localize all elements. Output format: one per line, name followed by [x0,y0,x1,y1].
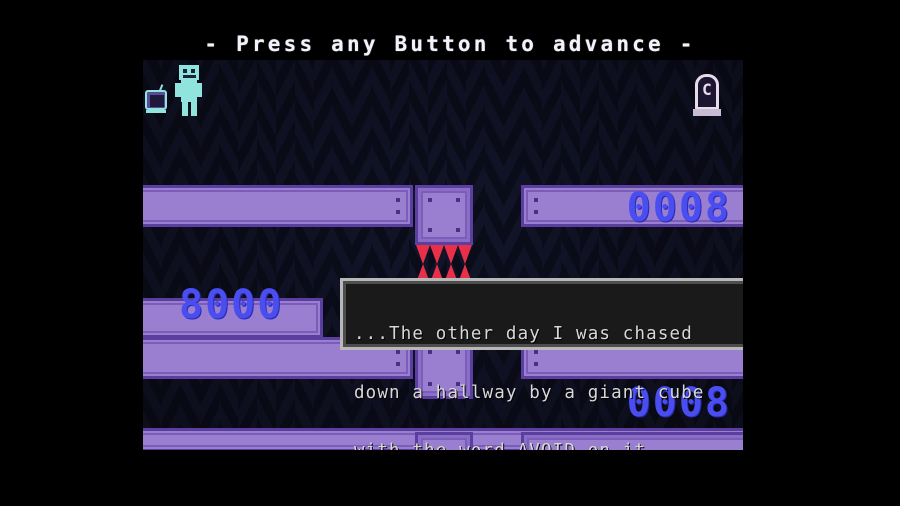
spike [444,245,458,264]
platform-face [143,190,408,222]
platform-dot [534,210,538,214]
block-dot [428,198,432,202]
player-character-sprite[interactable] [167,65,202,117]
spikes-downward-upper [416,245,472,264]
dialogue-text-container: ...The other day I was chased down a hal… [354,286,743,450]
checkpoint-tombstone-icon[interactable]: C [693,74,721,118]
tv-screen [150,95,164,107]
game-screen: - Press any Button to advance - C 0008 8… [0,0,900,506]
block-upper-center [415,185,473,245]
dialogue-line-2: down a hallway by a giant cube [354,382,705,403]
press-any-button-prompt[interactable]: - Press any Button to advance - [0,32,900,56]
player-arm-left [175,83,181,97]
checkpoint-letter: C [702,80,712,99]
tv-body [145,90,167,110]
player-eye-right [191,69,195,73]
dialogue-box[interactable]: ...The other day I was chased down a hal… [340,278,743,450]
block-dot [456,198,460,202]
tv-stand [146,110,166,113]
player-leg-right [191,102,197,116]
platform-top-left [143,185,413,227]
block-dot [428,228,432,232]
player-torso [181,80,197,102]
spike [416,245,430,264]
game-viewport[interactable]: C 0008 8000 0008 ...The other day I was … [143,60,743,450]
platform-dot [534,198,538,202]
player-arm-right [196,83,202,97]
score-top-right: 0008 [626,185,731,231]
platform-dot [396,198,400,202]
television-icon[interactable] [145,84,169,114]
dialogue-line-1: ...The other day I was chased [354,324,693,344]
player-mouth [183,75,196,78]
block-face [421,191,467,239]
spike [458,245,472,264]
spike [430,245,444,264]
platform-dot [396,210,400,214]
player-leg-left [182,102,188,116]
player-eye-left [183,69,187,73]
dialogue-line-3: with the word AVOID on it. [354,441,743,450]
score-middle-left: 8000 [179,282,284,328]
block-dot [456,228,460,232]
tombstone-base [693,109,721,116]
